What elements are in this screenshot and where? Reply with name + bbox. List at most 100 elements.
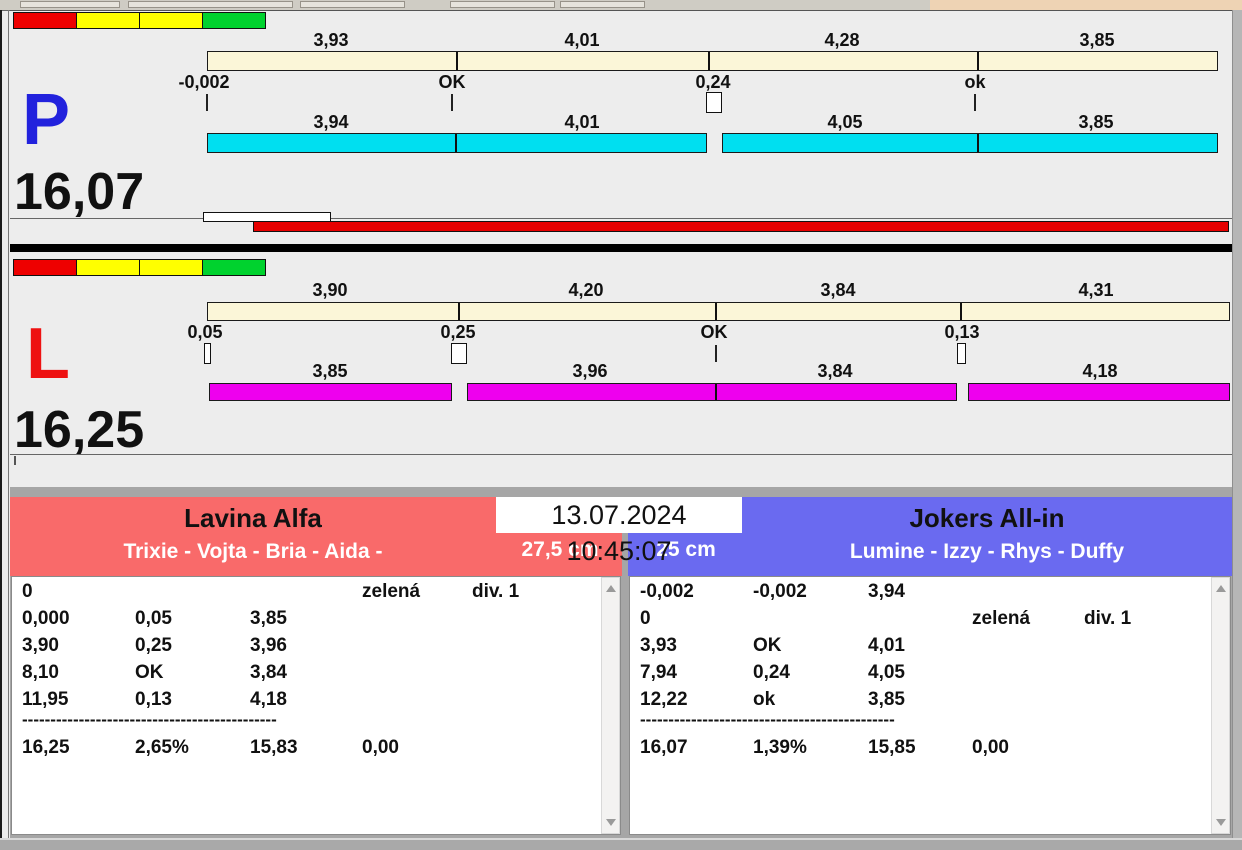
traffic-light-yellow-2 [139,12,203,29]
p-lower-bar-right [722,133,1218,153]
result-cell: 3,93 [640,635,677,656]
l-marker-3: OK [700,322,728,342]
result-cell: 3,94 [868,581,905,602]
team-right-scrollbar[interactable] [1211,577,1230,834]
window-border-left-inner [8,10,9,838]
strip-segment [128,1,293,8]
result-cell: 7,94 [640,662,677,683]
result-cell: ok [753,689,776,710]
result-cell: 0,000 [22,608,70,629]
scroll-down-icon[interactable] [1216,819,1226,826]
strip-segment [300,1,405,8]
l-upper-split-1: 3,90 [312,280,348,300]
p-upper-bar-divider [456,52,458,70]
team-left-scrollbar[interactable] [601,577,620,834]
l-upper-bar [207,302,1230,321]
result-cell: 0 [22,581,33,602]
l-marker-box-narrow [957,343,966,364]
scroll-up-icon[interactable] [1216,585,1226,592]
p-upper-bar-divider [977,52,979,70]
l-lower-split-4: 4,18 [1082,361,1118,381]
result-cell: 0,05 [135,608,172,629]
lane-l-label: L [26,314,70,394]
l-upper-bar-divider [960,303,962,320]
result-cell: 12,22 [640,689,688,710]
p-upper-split-1: 3,93 [313,30,349,50]
team-left-members: Trixie - Vojta - Bria - Aida - [123,540,383,563]
traffic-light-green [202,12,266,29]
team-right-results [629,576,1231,835]
lane-l-total-time: 16,25 [14,401,145,459]
datetime-display: 13.07.2024 10:45:07 [496,497,742,566]
p-upper-split-3: 4,28 [824,30,860,50]
strip-segment [20,1,120,8]
p-baseline [10,218,1232,219]
p-marker-4: ok [964,72,986,92]
result-cell: zelená [972,608,1031,629]
result-total: 15,85 [868,737,916,758]
traffic-light-red [13,259,77,276]
result-cell: -0,002 [753,581,807,602]
result-total: 2,65% [135,737,189,758]
result-cell: div. 1 [472,581,520,602]
result-cell: -0,002 [640,581,694,602]
traffic-light-yellow-1 [76,12,140,29]
p-marker-1: -0,002 [178,72,230,92]
app-window: P 16,07 3,93 4,01 4,28 3,85 -0,002 OK 0,… [0,0,1242,850]
result-total: 16,07 [640,737,688,758]
result-total: 15,83 [250,737,298,758]
bottom-bar [0,838,1242,850]
l-marker-2: 0,25 [440,322,476,342]
scroll-down-icon[interactable] [606,819,616,826]
p-marker-3: 0,24 [695,72,731,92]
result-separator: ----------------------------------------… [640,710,895,729]
l-marker-box [451,343,467,364]
l-marker-1: 0,05 [187,322,223,342]
p-upper-bar [207,51,1218,71]
p-marker-tick [974,94,976,111]
l-lower-bar-seg2 [467,383,957,401]
l-marker-tick [715,345,717,362]
window-border-right [1232,10,1242,838]
traffic-light-green [202,259,266,276]
result-cell: 0,13 [135,689,172,710]
result-cell: 4,01 [868,635,905,656]
l-lower-bar-seg3 [968,383,1230,401]
team-right-members: Lumine - Izzy - Rhys - Duffy [849,540,1125,563]
p-marker-tick [451,94,453,111]
l-lower-split-3: 3,84 [817,361,853,381]
result-cell: 3,84 [250,662,287,683]
l-marker-box-narrow [204,343,211,364]
p-lower-split-3: 4,05 [827,112,863,132]
result-separator: ----------------------------------------… [22,710,277,729]
p-marker-box [706,92,722,113]
p-marker-2: OK [438,72,466,92]
l-upper-bar-divider [458,303,460,320]
result-cell: 0 [640,608,651,629]
team-right-name: Jokers All-in [909,503,1065,533]
l-upper-bar-divider [715,303,717,320]
result-cell: 3,96 [250,635,287,656]
l-lower-bar-seg1 [209,383,452,401]
p-upper-bar-divider [708,52,710,70]
p-progress-bar [253,221,1229,232]
scroll-up-icon[interactable] [606,585,616,592]
result-cell: 0,25 [135,635,172,656]
p-lower-bar-divider [455,134,457,152]
result-total: 1,39% [753,737,807,758]
result-cell: 4,05 [868,662,905,683]
lane-p-total-time: 16,07 [14,163,145,221]
traffic-light-yellow-1 [76,259,140,276]
l-upper-split-2: 4,20 [568,280,604,300]
result-cell: zelená [362,581,421,602]
p-lower-split-1: 3,94 [313,112,349,132]
result-cell: 0,24 [753,662,790,683]
result-cell: OK [753,635,782,656]
p-lower-split-2: 4,01 [564,112,600,132]
p-lower-split-4: 3,85 [1078,112,1114,132]
strip-segment [450,1,555,8]
section-divider [10,244,1232,252]
l-baseline-tick [14,456,16,465]
l-lower-split-1: 3,85 [312,361,348,381]
team-left-name: Lavina Alfa [184,503,322,533]
